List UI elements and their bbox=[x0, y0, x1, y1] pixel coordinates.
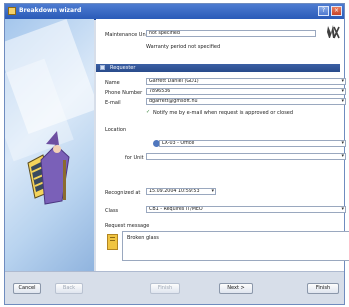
requester-section-bar: Requester bbox=[96, 64, 340, 72]
name-label: Name bbox=[105, 80, 120, 86]
request-message-box[interactable]: Broken glass bbox=[122, 231, 349, 261]
phone-value: 7896536 bbox=[149, 89, 171, 94]
wizard-illustration-icon bbox=[27, 131, 70, 205]
note-icon bbox=[107, 234, 118, 250]
window-title: Breakdown wizard bbox=[19, 7, 82, 14]
request-message-text: Broken glass bbox=[127, 235, 159, 241]
recognized-label: Recognized at bbox=[105, 190, 141, 196]
maintenance-unit-field[interactable]: not specified bbox=[146, 30, 316, 37]
doc-icon bbox=[100, 65, 105, 70]
phone-label: Phone Number bbox=[105, 90, 143, 96]
next-button[interactable]: Next > bbox=[219, 283, 253, 294]
notify-check-icon[interactable]: ✓ bbox=[146, 109, 150, 115]
phone-select[interactable]: 7896536 ▾ bbox=[146, 88, 346, 95]
name-select[interactable]: Garrett Daniel (GD1) ▾ bbox=[146, 78, 346, 85]
requester-section-title: Requester bbox=[110, 65, 136, 71]
notify-text: Notify me by e-mail when request is appr… bbox=[153, 110, 294, 116]
footer: Cancel Back Finish Next > Finish bbox=[5, 271, 344, 304]
mx-icon bbox=[326, 25, 340, 39]
recognized-date-select[interactable]: 15.09.2004 10:59:53 ▾ bbox=[146, 188, 216, 195]
cancel-button[interactable]: Cancel bbox=[13, 283, 41, 294]
chevron-down-icon: ▾ bbox=[341, 88, 344, 94]
chevron-down-icon: ▾ bbox=[341, 98, 344, 104]
back-button[interactable]: Back bbox=[55, 283, 83, 294]
chevron-down-icon: ▾ bbox=[341, 140, 344, 146]
for-unit-select[interactable]: ▾ bbox=[146, 153, 346, 160]
class-label: Class bbox=[105, 208, 119, 214]
location-select[interactable]: LX-03 - Office ▾ bbox=[159, 140, 346, 147]
message-label: Request message bbox=[105, 223, 150, 229]
wizard-window: Breakdown wizard ? × Maintenance Unit no… bbox=[4, 3, 349, 305]
name-value: Garrett Daniel (GD1) bbox=[149, 79, 199, 84]
left-illustration-pane bbox=[5, 19, 94, 274]
wizard-icon bbox=[8, 7, 16, 15]
chevron-down-icon: ▾ bbox=[341, 206, 344, 212]
class-value: CB1 - Requires IT/MEO bbox=[149, 207, 203, 212]
finish-button-right[interactable]: Finish bbox=[307, 283, 339, 294]
for-unit-label: for Unit bbox=[125, 155, 144, 161]
chevron-down-icon: ▾ bbox=[341, 153, 344, 159]
title-bar: Breakdown wizard ? × bbox=[5, 4, 344, 20]
location-label: Location bbox=[105, 127, 127, 133]
email-label: E-mail bbox=[105, 100, 121, 106]
close-button[interactable]: × bbox=[331, 6, 342, 16]
maintenance-unit-label: Maintenance Unit bbox=[105, 32, 149, 38]
email-select[interactable]: dgarrett@gmsoft.hu ▾ bbox=[146, 98, 346, 105]
class-select[interactable]: CB1 - Requires IT/MEO ▾ bbox=[146, 206, 346, 213]
chevron-down-icon: ▾ bbox=[211, 188, 214, 194]
warranty-note: Warranty period not specified bbox=[146, 44, 221, 50]
help-button[interactable]: ? bbox=[318, 6, 329, 16]
location-value: LX-03 - Office bbox=[162, 141, 195, 146]
chevron-down-icon: ▾ bbox=[341, 78, 344, 84]
finish-button[interactable]: Finish bbox=[150, 283, 180, 294]
recognized-value: 15.09.2004 10:59:53 bbox=[149, 189, 200, 194]
email-value: dgarrett@gmsoft.hu bbox=[149, 99, 198, 104]
